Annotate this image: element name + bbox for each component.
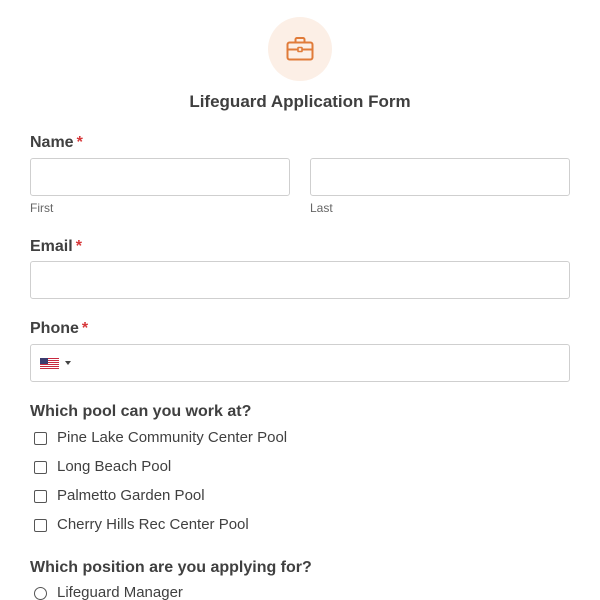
- required-marker: *: [76, 134, 83, 151]
- email-field[interactable]: [30, 261, 570, 299]
- checkbox[interactable]: [34, 432, 47, 445]
- country-dropdown-caret-icon[interactable]: [65, 361, 71, 365]
- email-label-text: Email: [30, 238, 73, 255]
- form-page: Lifeguard Application Form Name * First L…: [0, 0, 600, 600]
- form-title: Lifeguard Application Form: [189, 92, 411, 111]
- last-name-input[interactable]: [310, 158, 570, 196]
- last-name-sublabel: Last: [310, 201, 333, 215]
- first-name-input[interactable]: [30, 158, 290, 196]
- position-option-label: Lifeguard Manager: [57, 584, 183, 600]
- pool-option-label: Pine Lake Community Center Pool: [57, 429, 288, 446]
- phone-field[interactable]: [30, 344, 570, 382]
- first-name-sublabel: First: [30, 201, 54, 215]
- briefcase-icon: [286, 37, 314, 61]
- checkbox[interactable]: [34, 490, 47, 503]
- phone-label-text: Phone: [30, 320, 79, 337]
- form-icon-badge: [268, 17, 332, 81]
- phone-label: Phone *: [30, 320, 88, 338]
- checkbox[interactable]: [34, 519, 47, 532]
- position-question-label: Which position are you applying for?: [30, 559, 312, 576]
- pool-question-label: Which pool can you work at?: [30, 403, 252, 420]
- required-marker: *: [75, 238, 82, 255]
- name-label: Name *: [30, 134, 83, 152]
- pool-option-label: Palmetto Garden Pool: [57, 487, 205, 504]
- us-flag-icon[interactable]: [40, 358, 59, 369]
- checkbox[interactable]: [34, 461, 47, 474]
- required-marker: *: [81, 320, 89, 337]
- pool-option-label: Cherry Hills Rec Center Pool: [57, 516, 249, 533]
- radio-button[interactable]: [34, 587, 47, 600]
- name-label-text: Name: [30, 134, 74, 151]
- email-label: Email *: [30, 238, 82, 256]
- pool-option-label: Long Beach Pool: [57, 458, 172, 475]
